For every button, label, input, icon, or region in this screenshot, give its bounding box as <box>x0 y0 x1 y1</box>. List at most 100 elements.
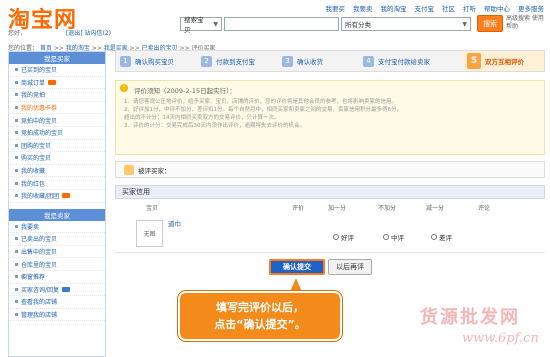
chevron-down-icon: ▼ <box>213 20 218 28</box>
nav-buy[interactable]: 我要买 <box>326 3 346 13</box>
bullet-icon <box>15 143 18 147</box>
sidebar-item[interactable]: 已卖出的宝贝 <box>9 233 105 246</box>
sidebar-item[interactable]: 商城订单 <box>9 77 105 90</box>
nav-help[interactable]: 帮助中心 <box>484 3 510 13</box>
bullet-icon <box>15 287 18 291</box>
col-comment: 评论 <box>478 205 491 212</box>
new-badge-icon <box>62 286 71 292</box>
sidebar-item-label: 团购的宝贝 <box>21 142 52 150</box>
advanced-search-link[interactable]: 高级搜索 使用帮助 <box>506 15 546 31</box>
radio-neutral[interactable]: 中评 <box>383 232 404 242</box>
sidebar-item-label: 我要卖 <box>21 223 40 231</box>
sidebar-item[interactable]: 已买到的宝贝 <box>9 64 105 77</box>
sidebar-item-label: 我的收藏 <box>21 168 46 176</box>
sidebar-item[interactable]: 我的红包 <box>9 177 105 190</box>
search-category-label: 搜索宝贝 <box>184 16 204 34</box>
sidebar-item-label: 竞拍成功的宝贝 <box>21 130 64 138</box>
search-bar: 搜索宝贝 ▼ 所有分类 ▼ <box>180 16 471 34</box>
col-plus: 加一分 <box>328 205 347 212</box>
col-rate: 评价 <box>292 205 305 212</box>
step-number: 2 <box>200 55 212 67</box>
col-item: 宝贝 <box>146 205 159 212</box>
bullet-icon <box>15 250 18 254</box>
bullet-icon <box>15 224 18 228</box>
nav-sell[interactable]: 我要卖 <box>353 3 373 13</box>
bullet-icon <box>15 237 18 241</box>
col-zero: 不加分 <box>378 205 397 212</box>
item-name-link[interactable]: 道巾 <box>168 218 181 228</box>
step-number: 3 <box>281 55 293 67</box>
sidebar-item[interactable]: 竞拍中的宝贝 <box>9 114 105 127</box>
callout-line-2: 点击“确认提交”。 <box>214 318 306 331</box>
step-number: 1 <box>120 55 131 67</box>
callout-pointer <box>290 278 302 292</box>
sidebar-item-active[interactable]: 我的优惠卡券 <box>9 102 105 115</box>
nav-ask[interactable]: 打听 <box>463 3 476 13</box>
step-number: 4 <box>362 55 374 67</box>
bullet-icon <box>15 312 18 316</box>
bullet-icon <box>15 181 18 185</box>
search-input[interactable] <box>224 17 339 31</box>
confirm-submit-button[interactable]: 确认提交 <box>269 259 325 275</box>
sidebar-item[interactable]: 查看我的店铺 <box>9 296 105 309</box>
sidebar: 我是买家 已买到的宝贝 商城订单 我的竞拍 我的优惠卡券 竞拍中的宝贝 竞拍成功… <box>8 51 106 357</box>
notice-line: 3、评价的计分：交易完成后30天内须作出评价，逾期将失去评价的机会。 <box>124 123 306 129</box>
search-category-select[interactable]: 搜索宝贝 ▼ <box>180 16 222 34</box>
sidebar-item-label: 我的竞拍 <box>21 92 46 100</box>
step-label: 支付宝付款给卖家 <box>377 58 430 66</box>
new-badge-icon <box>48 79 57 85</box>
category-select[interactable]: 所有分类 ▼ <box>341 17 471 31</box>
step-label: 双方互相评价 <box>485 58 525 66</box>
sidebar-item[interactable]: 团购的宝贝 <box>9 140 105 153</box>
nav-more[interactable]: 更多服务 <box>518 3 544 13</box>
sidebar-item-label: 我的红包 <box>21 180 46 188</box>
sidebar-item[interactable]: 橱窗推荐 <box>9 271 105 284</box>
sidebar-item-label: 竞拍中的宝贝 <box>21 117 58 125</box>
bullet-icon <box>15 169 18 173</box>
sidebar-item[interactable]: 我要卖 <box>9 221 105 234</box>
sidebar-item[interactable]: 我的收藏/团团 <box>9 190 105 203</box>
callout-line-1: 填写完评价以后， <box>216 301 304 314</box>
sidebar-item-label: 管理我的店铺 <box>21 311 58 319</box>
sidebar-item[interactable]: 我的收藏 <box>9 165 105 178</box>
site-msg-link[interactable]: 站内信(2) <box>84 30 111 37</box>
new-badge-icon <box>62 193 71 199</box>
bullet-icon <box>15 118 18 122</box>
rate-later-button[interactable]: 以后再评 <box>328 259 372 275</box>
sidebar-item[interactable]: 买家咨询/回复 <box>9 284 105 297</box>
notice-line: 1、请您客观公正地评价，给予买家、宝贝、店铺的评价，您的评价将是其他会员的参考，… <box>124 99 398 105</box>
bullet-icon <box>15 68 18 72</box>
bullet-icon <box>15 156 18 160</box>
nav-community[interactable]: 社区 <box>442 3 455 13</box>
step-2: 2 付款到支付宝 <box>197 51 278 71</box>
instruction-callout: 填写完评价以后， 点击“确认提交”。 <box>178 291 342 341</box>
sidebar-item[interactable]: 管理我的店铺 <box>9 309 105 322</box>
col-minus: 减一分 <box>426 205 445 212</box>
watermark-text: 货源批发网 <box>420 307 520 328</box>
rated-buyer-row: 被评买家： <box>115 161 545 178</box>
radio-bad[interactable]: 差评 <box>431 232 452 242</box>
sidebar-item[interactable]: 购买的宝贝 <box>9 152 105 165</box>
sidebar-item[interactable]: 竞拍成功的宝贝 <box>9 127 105 140</box>
sidebar-item[interactable]: 我的竞拍 <box>9 89 105 102</box>
info-icon: ! <box>120 84 128 92</box>
step-label: 确认收货 <box>296 58 323 66</box>
sidebar-item[interactable]: 出售中的宝贝 <box>9 246 105 259</box>
logout-link[interactable]: [退出] <box>66 30 83 37</box>
step-3: 3 确认收货 <box>278 51 359 71</box>
watermark-url: www.6pf.cn <box>462 331 539 346</box>
search-button[interactable]: 搜索 <box>477 15 503 32</box>
step-1: 1 确认购买宝贝 <box>116 51 197 71</box>
bullet-icon <box>15 80 18 84</box>
radio-good[interactable]: 好评 <box>333 232 354 242</box>
nav-alipay[interactable]: 支付宝 <box>415 3 435 13</box>
bullet-icon <box>15 262 18 266</box>
radio-circle-icon <box>383 234 389 240</box>
notice-title: 评价须知（2009-2-15日起实行）： <box>134 87 236 95</box>
item-thumbnail[interactable]: 无图 <box>136 220 163 247</box>
step-5-active: 5 双方互相评价 <box>463 51 545 71</box>
radio-circle-icon <box>333 234 339 240</box>
rating-section-title: 买家信用 <box>115 185 545 199</box>
sidebar-item[interactable]: 仓库里的宝贝 <box>9 258 105 271</box>
nav-my-taobao[interactable]: 我的淘宝 <box>381 3 407 13</box>
